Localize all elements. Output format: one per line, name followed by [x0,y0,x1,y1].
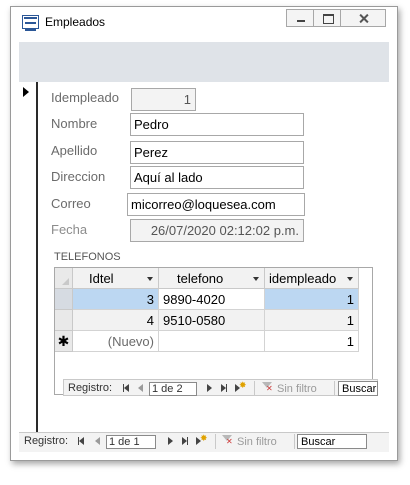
table-row[interactable]: 4 9510-0580 1 [55,310,372,331]
apellido-field[interactable]: Perez [130,141,304,164]
column-header-idtel[interactable]: Idtel [73,268,159,289]
correo-label: Correo [51,196,91,211]
main-record-position[interactable]: 1 de 1 [106,435,156,449]
fecha-label: Fecha [51,222,88,237]
column-header-telefono[interactable]: telefono [159,268,265,289]
maximize-button[interactable] [313,9,341,27]
apellido-label: Apellido [51,143,98,158]
cell-idempleado[interactable]: 1 [265,331,359,352]
cell-telefono[interactable]: 9890-4020 [159,289,265,310]
table-row-new[interactable]: ✱ (Nuevo) 1 [55,331,372,352]
telefonos-subform: Idtel telefono idempleado 3 9890-4020 1 … [54,267,378,396]
subform-search-input[interactable]: Buscar [338,381,378,396]
cell-telefono[interactable] [159,331,265,352]
current-record-arrow-icon [23,87,29,97]
idempleado-label: Idempleado [51,90,119,105]
window-title: Empleados [45,15,106,29]
main-filter-button[interactable]: Sin filtro [222,435,277,448]
divider [254,381,255,396]
subform-rows: 3 9890-4020 1 4 9510-0580 1 ✱ (Nuevo) 1 [55,289,372,352]
cell-idtel[interactable]: 3 [73,289,159,310]
form-window: Empleados Idempleado 1 Nombre Pedro Apel… [10,6,398,461]
divider [294,434,295,449]
column-header-idempleado-label: idempleado [269,271,337,286]
form-icon [22,15,39,31]
divider [215,434,216,449]
cell-idtel[interactable]: 4 [73,310,159,331]
main-navigation-bar: Registro: 1 de 1 Sin filtro Buscar [19,432,389,452]
main-search-input[interactable]: Buscar [297,434,367,449]
cell-idtel[interactable]: (Nuevo) [73,331,159,352]
next-record-icon[interactable] [204,383,215,394]
form-header [19,42,389,82]
cell-idempleado[interactable]: 1 [265,310,359,331]
cell-idempleado[interactable]: 1 [265,289,359,310]
nombre-label: Nombre [51,116,98,131]
title-bar[interactable]: Empleados [11,7,397,39]
window-controls [286,9,386,27]
close-button[interactable] [340,9,386,27]
column-header-idempleado[interactable]: idempleado [265,268,359,289]
idempleado-field[interactable]: 1 [131,88,196,111]
filter-icon [222,435,234,446]
direccion-field[interactable]: Aquí al lado [130,166,304,189]
previous-record-icon[interactable] [135,383,146,394]
divider [334,381,335,396]
chevron-down-icon[interactable] [253,277,259,281]
minimize-button[interactable] [286,9,314,27]
subform-navigation-bar: Registro: 1 de 2 Sin filtro Buscar [63,379,378,396]
next-record-icon[interactable] [165,436,176,447]
subform-filter-button[interactable]: Sin filtro [262,382,317,395]
last-record-icon[interactable] [180,436,191,447]
nombre-field[interactable]: Pedro [130,113,304,136]
table-row[interactable]: 3 9890-4020 1 [55,289,372,310]
subform-header: Idtel telefono idempleado [55,268,372,289]
subform-filter-label: Sin filtro [277,383,317,395]
main-nav-label: Registro: [24,435,69,447]
main-filter-label: Sin filtro [237,436,277,448]
filter-icon [262,382,274,393]
first-record-icon[interactable] [121,383,132,394]
subform-nav-label: Registro: [68,382,113,394]
row-selector[interactable] [55,289,73,310]
new-record-icon[interactable] [195,433,208,447]
row-selector[interactable] [55,310,73,331]
telefonos-label: TELEFONOS [54,251,121,263]
correo-field[interactable]: micorreo@loquesea.com [127,193,305,216]
new-record-icon[interactable] [234,380,247,394]
previous-record-icon[interactable] [92,436,103,447]
record-selector[interactable] [19,82,38,432]
direccion-label: Direccion [51,169,106,184]
chevron-down-icon[interactable] [347,277,353,281]
new-record-icon[interactable]: ✱ [55,331,73,352]
cell-telefono[interactable]: 9510-0580 [159,310,265,331]
select-all-corner[interactable] [55,268,73,289]
column-header-telefono-label: telefono [177,271,224,286]
last-record-icon[interactable] [219,383,230,394]
fecha-field[interactable]: 26/07/2020 02:12:02 p.m. [130,219,304,242]
chevron-down-icon[interactable] [147,277,153,281]
subform-record-position[interactable]: 1 de 2 [149,382,197,396]
first-record-icon[interactable] [76,436,87,447]
